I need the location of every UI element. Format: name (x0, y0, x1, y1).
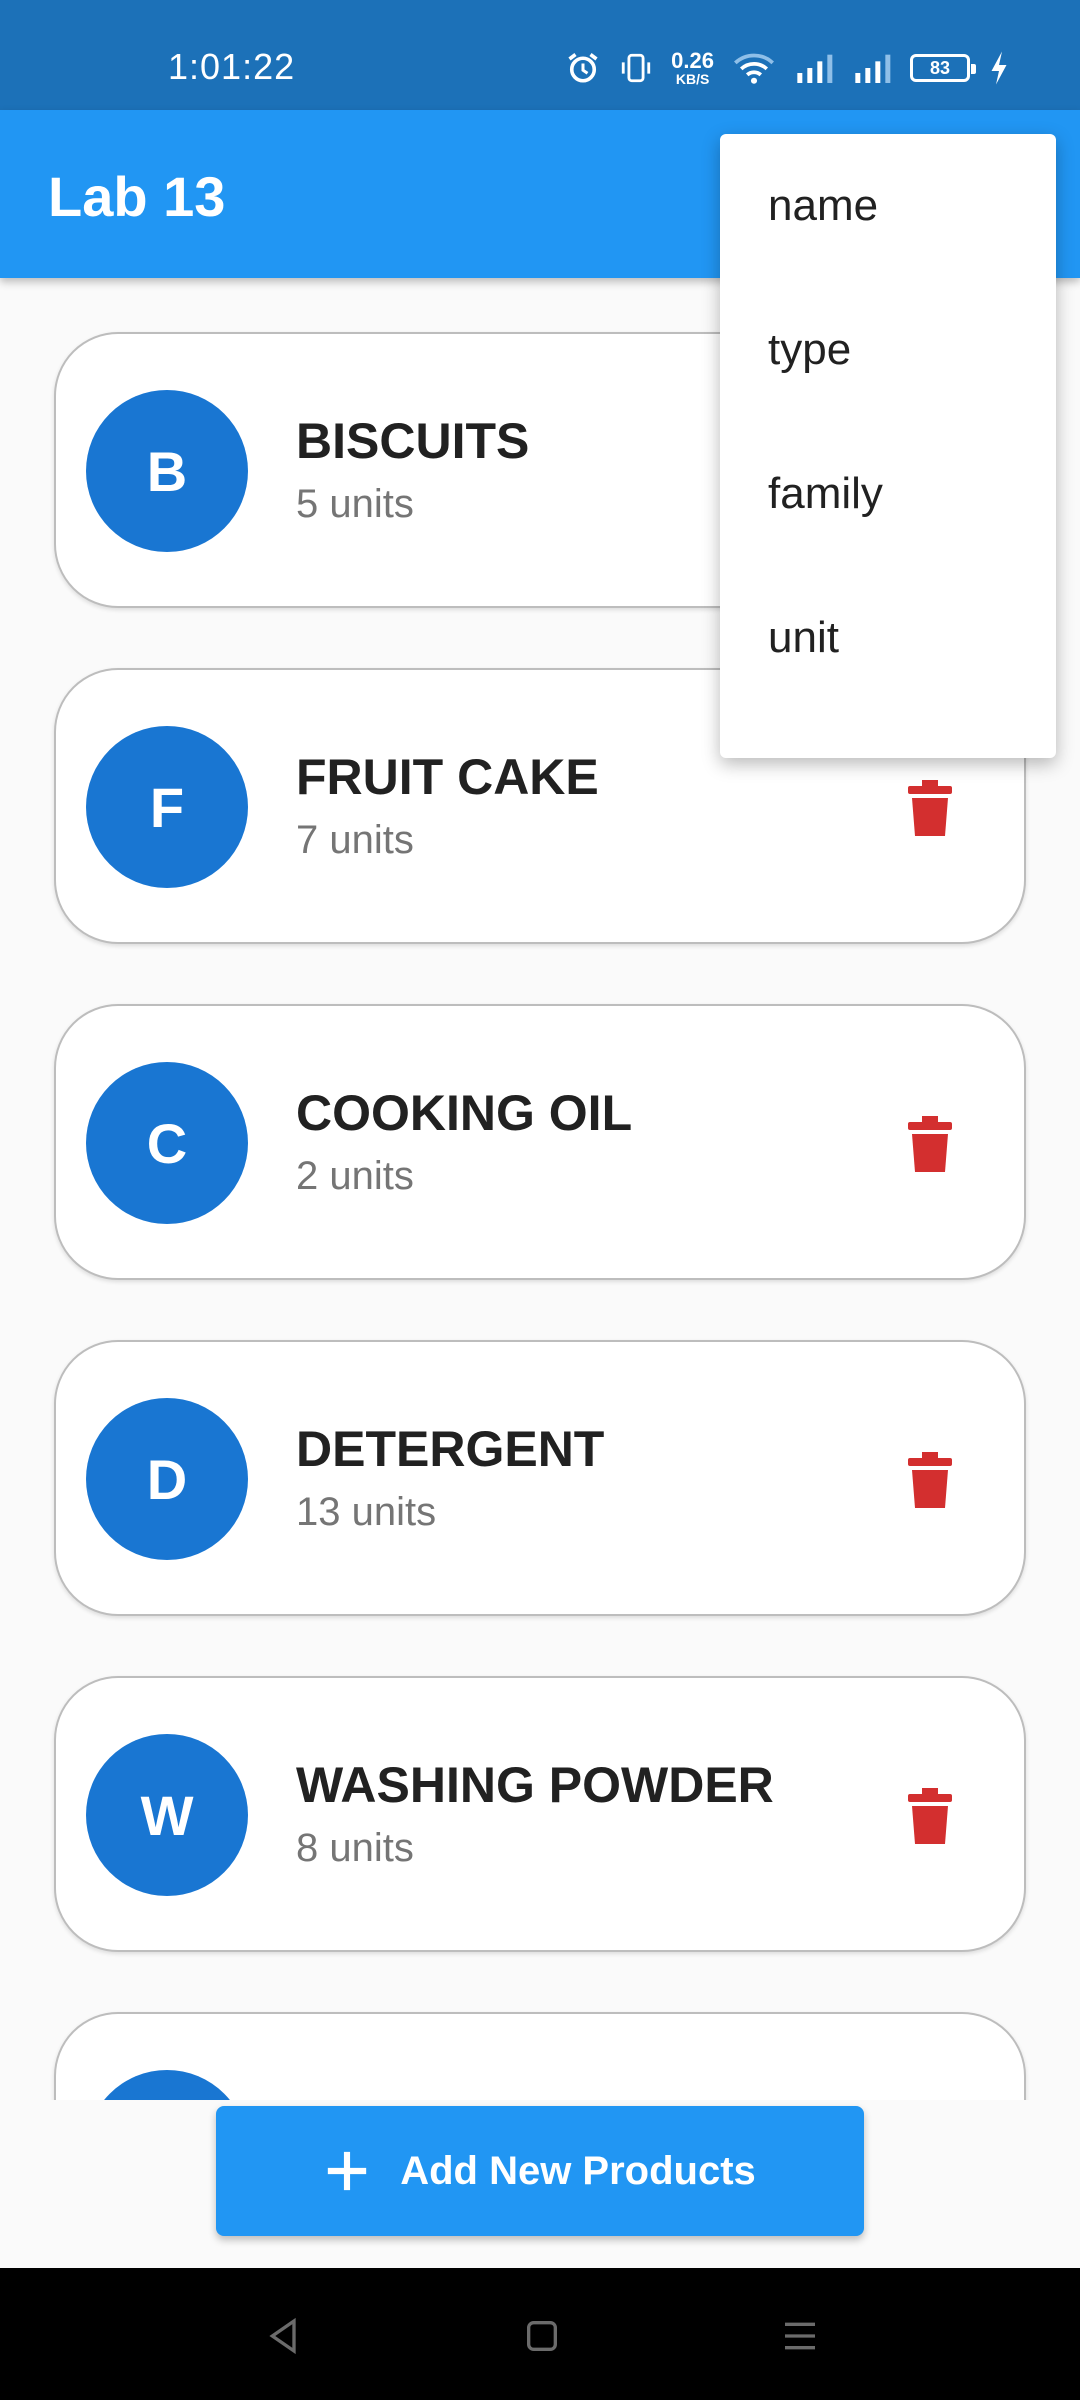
status-time: 1:01:22 (168, 46, 296, 87)
trash-icon (908, 780, 952, 836)
status-icons: 0.26 KB/S 83 (565, 48, 1010, 88)
menu-item-unit[interactable]: unit (720, 566, 1056, 710)
charging-icon (991, 51, 1007, 85)
delete-button[interactable] (894, 1106, 966, 1182)
product-name: WASHING POWDER (296, 1757, 774, 1813)
add-products-button[interactable]: Add New Products (216, 2106, 864, 2236)
wifi-icon (734, 53, 774, 84)
delete-button[interactable] (894, 1778, 966, 1854)
back-button[interactable] (256, 2308, 312, 2364)
product-units: 8 units (296, 1826, 414, 1870)
menu-item-name[interactable]: name (720, 134, 1056, 278)
product-card[interactable]: W WASHING POWDER 8 units (54, 1676, 1026, 1952)
home-button[interactable] (514, 2308, 570, 2364)
product-units: 7 units (296, 818, 414, 862)
trash-icon (908, 1452, 952, 1508)
product-units: 5 units (296, 482, 414, 526)
sort-menu: name type family unit (720, 134, 1056, 758)
add-products-label: Add New Products (400, 2148, 756, 2193)
product-units: 2 units (296, 1154, 414, 1198)
product-card[interactable] (54, 2012, 1026, 2100)
home-icon (527, 2321, 557, 2351)
avatar: D (86, 1398, 248, 1560)
product-card[interactable]: C COOKING OIL 2 units (54, 1004, 1026, 1280)
back-icon (269, 2317, 296, 2355)
recents-button[interactable] (772, 2308, 828, 2364)
trash-icon (908, 1788, 952, 1844)
delete-button[interactable] (894, 1442, 966, 1518)
delete-button[interactable] (894, 770, 966, 846)
net-speed: 0.26 KB/S (671, 48, 714, 87)
product-name: DETERGENT (296, 1421, 605, 1477)
signal-icon (855, 54, 891, 83)
status-bar: 1:01:22 0.26 KB/S 83 (0, 0, 1080, 110)
battery-icon: 83 (910, 54, 976, 82)
nav-bar (0, 2268, 1080, 2400)
battery-level: 83 (929, 57, 951, 78)
signal-icon (797, 54, 833, 83)
avatar: F (86, 726, 248, 888)
alarm-icon (568, 53, 598, 83)
page-title: Lab 13 (48, 165, 226, 228)
menu-item-type[interactable]: type (720, 278, 1056, 422)
product-name: COOKING OIL (296, 1085, 633, 1141)
avatar (86, 2070, 248, 2100)
menu-icon (785, 2322, 815, 2350)
avatar: W (86, 1734, 248, 1896)
plus-icon (328, 2151, 367, 2191)
product-card[interactable]: D DETERGENT 13 units (54, 1340, 1026, 1616)
product-name: FRUIT CAKE (296, 749, 599, 805)
menu-item-family[interactable]: family (720, 422, 1056, 566)
vibrate-icon (622, 53, 651, 83)
trash-icon (908, 1116, 952, 1172)
product-units: 13 units (296, 1490, 437, 1534)
product-name: BISCUITS (296, 413, 530, 469)
avatar: C (86, 1062, 248, 1224)
avatar: B (86, 390, 248, 552)
